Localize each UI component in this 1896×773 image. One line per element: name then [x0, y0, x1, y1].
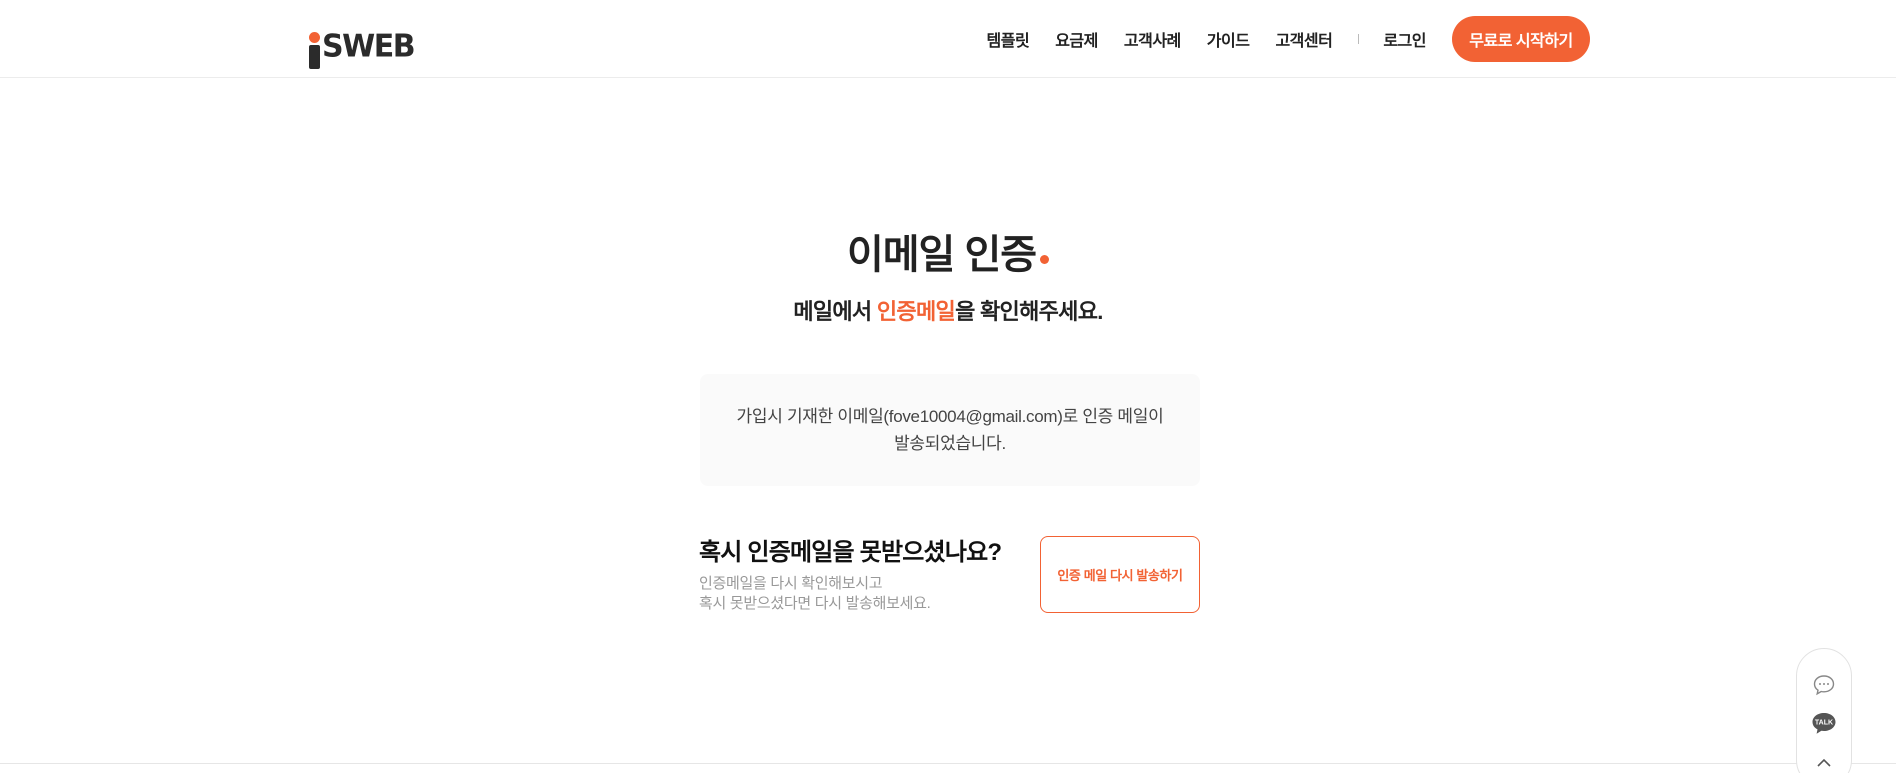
page-title: 이메일 인증: [0, 222, 1896, 280]
chat-bubble-icon: [1813, 675, 1835, 696]
nav-item-support[interactable]: 고객센터: [1275, 27, 1332, 51]
subtitle-pre: 메일에서: [793, 299, 877, 324]
chat-button[interactable]: [1809, 671, 1839, 700]
logo-i-mark: [309, 32, 320, 69]
kakao-talk-icon: TALK: [1812, 713, 1836, 734]
resend-email-button[interactable]: 인증 메일 다시 발송하기: [1040, 536, 1200, 613]
subtitle-accent: 인증메일: [876, 299, 956, 324]
resend-desc-line-1: 인증메일을 다시 확인해보시고: [699, 575, 883, 592]
notice-line-2: 발송되었습니다.: [894, 434, 1006, 453]
chevron-up-icon: [1817, 758, 1831, 767]
footer-divider: [0, 763, 1896, 764]
start-free-button[interactable]: 무료로 시작하기: [1452, 16, 1590, 62]
subtitle-post: 을 확인해주세요.: [955, 299, 1103, 324]
email-sent-notice: 가입시 기재한 이메일(fove10004@gmail.com)로 인증 메일이…: [700, 374, 1200, 486]
resend-description: 인증메일을 다시 확인해보시고 혹시 못받으셨다면 다시 발송해보세요.: [699, 574, 931, 614]
floating-quick-menu: TALK: [1796, 648, 1852, 773]
resend-question: 혹시 인증메일을 못받으셨나요?: [699, 539, 1002, 566]
login-link[interactable]: 로그인: [1383, 27, 1426, 51]
nav-item-customer-cases[interactable]: 고객사례: [1124, 27, 1181, 51]
logo-text: SWEB: [322, 28, 416, 65]
logo-stem: [309, 45, 320, 69]
page-subtitle: 메일에서 인증메일을 확인해주세요.: [0, 294, 1896, 326]
title-accent-dot: [1040, 255, 1050, 264]
page-title-text: 이메일 인증: [846, 233, 1037, 277]
scroll-top-button[interactable]: [1809, 748, 1839, 773]
resend-desc-line-2: 혹시 못받으셨다면 다시 발송해보세요.: [699, 595, 931, 612]
kakao-talk-button[interactable]: TALK: [1809, 710, 1839, 739]
nav-item-pricing[interactable]: 요금제: [1055, 27, 1098, 51]
logo-dot: [309, 32, 320, 43]
nav-item-guide[interactable]: 가이드: [1207, 27, 1250, 51]
main-nav: 템플릿 요금제 고객사례 가이드 고객센터 로그인 무료로 시작하기: [987, 0, 1896, 78]
isweb-logo[interactable]: SWEB: [309, 18, 416, 69]
site-header: SWEB 템플릿 요금제 고객사례 가이드 고객센터 로그인 무료로 시작하기: [0, 0, 1896, 78]
nav-divider: [1358, 34, 1360, 44]
notice-line-1: 가입시 기재한 이메일(fove10004@gmail.com)로 인증 메일이: [736, 407, 1164, 426]
talk-label: TALK: [1815, 720, 1833, 727]
nav-item-templates[interactable]: 템플릿: [987, 27, 1030, 51]
